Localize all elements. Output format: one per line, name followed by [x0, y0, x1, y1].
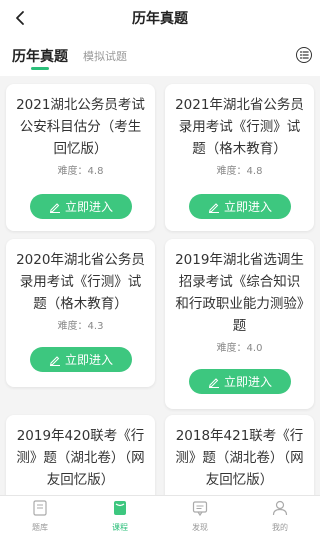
pencil-icon: [49, 202, 60, 213]
enter-button[interactable]: 立即进入: [189, 194, 291, 219]
tab-bar: 历年真题 模拟试题: [0, 36, 320, 76]
discover-icon: [192, 501, 208, 517]
nav-item-discover[interactable]: 发现: [180, 499, 220, 533]
nav-label: 发现: [192, 523, 208, 532]
back-button[interactable]: [8, 6, 32, 30]
difficulty-label: 难度：4.8: [216, 166, 263, 177]
enter-button-label: 立即进入: [64, 200, 113, 214]
exam-title: 2019年湖北省选调生招录考试《综合知识和行政职业能力测验》题: [175, 252, 304, 334]
page-title: 历年真题: [132, 11, 188, 27]
nav-label: 我的: [272, 523, 288, 532]
profile-icon: [272, 500, 288, 516]
exam-card[interactable]: 2020年湖北省公务员录用考试《行测》试题（格木教育） 难度：4.3 立即进入: [6, 239, 155, 387]
exam-card[interactable]: 2021年湖北省公务员录用考试《行测》试题（格木教育） 难度：4.8 立即进入: [165, 84, 314, 231]
pencil-icon: [208, 377, 219, 388]
enter-button-label: 立即进入: [64, 353, 113, 367]
question-bank-icon: [33, 500, 47, 516]
header-bar: 历年真题: [0, 0, 320, 36]
tab-past-exams[interactable]: 历年真题: [12, 46, 68, 66]
tab-indicator: [31, 67, 49, 70]
difficulty-label: 难度：4.0: [216, 343, 263, 354]
exam-title: 2020年湖北省公务员录用考试《行测》试题（格木教育）: [16, 252, 145, 312]
course-icon: [114, 501, 126, 515]
chevron-left-icon: [16, 11, 24, 25]
enter-button[interactable]: 立即进入: [30, 194, 132, 219]
list-menu-button[interactable]: [296, 47, 312, 63]
exam-title: 2019年420联考《行测》题（湖北卷）（网友回忆版）: [16, 428, 145, 488]
enter-button[interactable]: 立即进入: [189, 369, 291, 394]
nav-item-question-bank[interactable]: 题库: [20, 499, 60, 533]
enter-button-label: 立即进入: [223, 375, 272, 389]
nav-label: 题库: [32, 523, 48, 532]
difficulty-label: 难度：4.3: [57, 321, 104, 332]
pencil-icon: [208, 202, 219, 213]
nav-label: 课程: [112, 523, 128, 532]
exam-title: 2021湖北公务员考试公安科目估分（考生回忆版）: [16, 97, 145, 157]
nav-item-course[interactable]: 课程: [100, 499, 140, 533]
exam-title: 2018年421联考《行测》题（湖北卷）（网友回忆版）: [175, 428, 304, 488]
difficulty-label: 难度：4.8: [57, 166, 104, 177]
enter-button-label: 立即进入: [223, 200, 272, 214]
exam-title: 2021年湖北省公务员录用考试《行测》试题（格木教育）: [175, 97, 304, 157]
enter-button[interactable]: 立即进入: [30, 347, 132, 372]
list-icon: [299, 51, 309, 59]
exam-card[interactable]: 2019年湖北省选调生招录考试《综合知识和行政职业能力测验》题 难度：4.0 立…: [165, 239, 314, 409]
exam-card[interactable]: 2021湖北公务员考试公安科目估分（考生回忆版） 难度：4.8 立即进入: [6, 84, 155, 231]
bottom-nav: 题库 课程 发现 我的: [0, 495, 320, 534]
nav-item-profile[interactable]: 我的: [260, 499, 300, 533]
pencil-icon: [49, 355, 60, 366]
tab-mock-exams[interactable]: 模拟试题: [83, 48, 127, 64]
